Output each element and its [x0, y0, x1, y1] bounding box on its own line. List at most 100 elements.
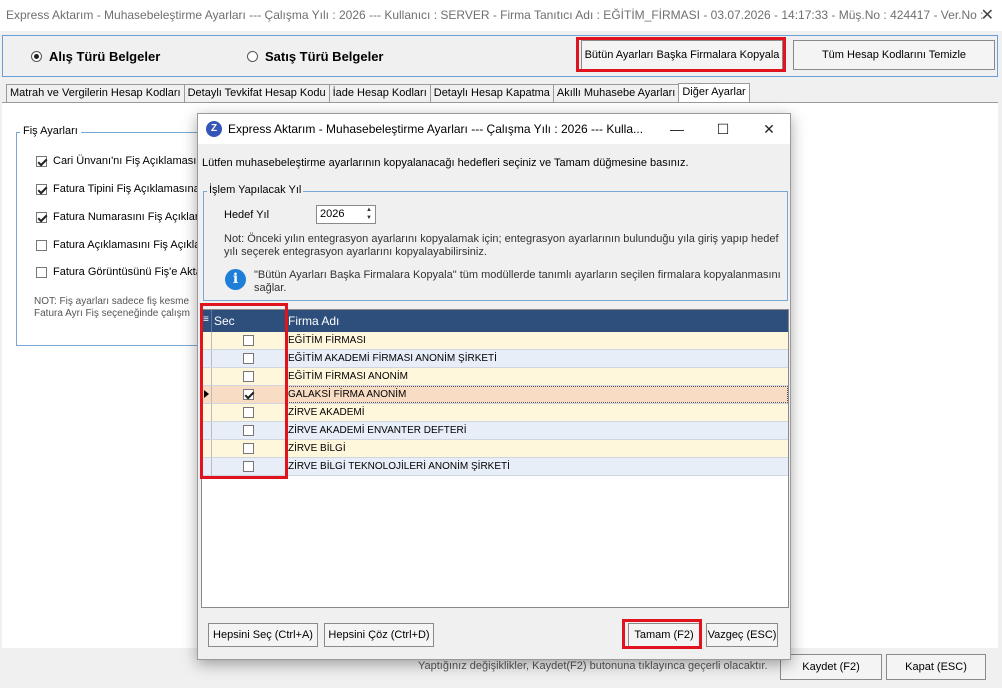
row-select-checkbox[interactable]	[243, 407, 254, 418]
main-titlebar: Express Aktarım - Muhasebeleştirme Ayarl…	[0, 0, 1002, 31]
document-type-panel: Alış Türü Belgeler Satış Türü Belgeler B…	[2, 35, 998, 77]
dialog-close-icon[interactable]: ✕	[746, 114, 790, 144]
spin-up-icon[interactable]: ▲	[363, 206, 375, 214]
row-select-checkbox[interactable]	[243, 425, 254, 436]
firm-grid: Sec Firma Adı EĞİTİM FİRMASI EĞİTİM AKAD…	[201, 309, 789, 608]
save-button[interactable]: Kaydet (F2)	[780, 654, 882, 680]
year-copy-note: Not: Önceki yılın entegrasyon ayarlarını…	[224, 233, 779, 259]
copy-all-settings-button[interactable]: Bütün Ayarları Başka Firmalara Kopyala	[581, 40, 783, 70]
main-close-icon[interactable]: ✕	[981, 0, 994, 31]
tab-akilli-muhasebe[interactable]: Akıllı Muhasebe Ayarları	[552, 84, 680, 102]
tab-iade-hesap[interactable]: İade Hesap Kodları	[328, 84, 431, 102]
radio-alis-label: Alış Türü Belgeler	[49, 49, 161, 64]
save-hint-text: Yaptığınız değişiklikler, Kaydet(F2) but…	[418, 660, 768, 672]
checkbox-cari-unvani[interactable]	[36, 155, 47, 167]
row-indicator	[202, 368, 212, 385]
table-row[interactable]: ZİRVE AKADEMİ ENVANTER DEFTERİ	[202, 422, 788, 440]
year-note-line-2: yılı seçerek entegrasyon ayarlarını kopy…	[224, 246, 487, 258]
row-indicator	[202, 422, 212, 439]
option-fatura-numarasi-label: Fatura Numarasını Fiş Açıklama	[53, 211, 211, 223]
select-all-button[interactable]: Hepsini Seç (Ctrl+A)	[208, 623, 318, 647]
option-cari-unvani-label: Cari Ünvanı'nı Fiş Açıklamasına	[53, 155, 209, 167]
table-row[interactable]: ZİRVE AKADEMİ	[202, 404, 788, 422]
option-fatura-aciklamasi-label: Fatura Açıklamasını Fiş Açıklam	[53, 239, 210, 251]
checkbox-fatura-aciklamasi[interactable]	[36, 239, 47, 251]
option-fatura-goruntusu-label: Fatura Görüntüsünü Fiş'e Akta	[53, 266, 202, 278]
hedef-yil-spinner[interactable]: 2026 ▲ ▼	[316, 205, 376, 224]
radio-alis-turu[interactable]: Alış Türü Belgeler	[31, 49, 160, 64]
radio-alis-indicator[interactable]	[31, 51, 42, 62]
checkbox-fatura-numarasi[interactable]	[36, 211, 47, 223]
firma-adi-cell: ZİRVE AKADEMİ ENVANTER DEFTERİ	[285, 422, 467, 439]
spin-down-icon[interactable]: ▼	[363, 214, 375, 222]
row-select-checkbox[interactable]	[243, 461, 254, 472]
info-line-2: sağlar.	[254, 282, 287, 294]
minimize-icon[interactable]: —	[654, 114, 700, 144]
fis-note-line-2: Fatura Ayrı Fiş seçeneğinde çalışm	[34, 308, 190, 319]
option-fatura-numarasi[interactable]: Fatura Numarasını Fiş Açıklama	[36, 211, 210, 223]
row-indicator	[202, 350, 212, 367]
close-button[interactable]: Kapat (ESC)	[886, 654, 986, 680]
row-select-checkbox[interactable]	[243, 371, 254, 382]
maximize-icon[interactable]: ☐	[700, 114, 746, 144]
settings-tabs: Matrah ve Vergilerin Hesap Kodları Detay…	[6, 83, 750, 102]
dialog-title: Express Aktarım - Muhasebeleştirme Ayarl…	[228, 122, 644, 136]
row-select-checkbox[interactable]	[243, 443, 254, 454]
deselect-all-button[interactable]: Hepsini Çöz (Ctrl+D)	[324, 623, 434, 647]
tab-matrah-vergiler[interactable]: Matrah ve Vergilerin Hesap Kodları	[6, 84, 185, 102]
row-indicator	[202, 404, 212, 421]
row-select-checkbox[interactable]	[243, 353, 254, 364]
option-fatura-tipi-label: Fatura Tipini Fiş Açıklamasına A	[53, 183, 210, 195]
tab-detayli-tevkifat[interactable]: Detaylı Tevkifat Hesap Kodu	[183, 84, 330, 102]
checkbox-fatura-goruntusu[interactable]	[36, 266, 47, 278]
row-select-checkbox[interactable]	[243, 389, 254, 400]
firma-adi-cell: ZİRVE BİLGİ TEKNOLOJİLERİ ANONİM ŞİRKETİ	[285, 458, 510, 475]
info-text: "Bütün Ayarları Başka Firmalara Kopyala"…	[254, 269, 781, 295]
islem-yili-legend: İşlem Yapılacak Yıl	[207, 184, 304, 196]
year-note-line-1: Not: Önceki yılın entegrasyon ayarlarını…	[224, 233, 779, 245]
fis-ayarlari-legend: Fiş Ayarları	[20, 125, 81, 137]
row-select-checkbox[interactable]	[243, 335, 254, 346]
option-fatura-tipi[interactable]: Fatura Tipini Fiş Açıklamasına A	[36, 183, 210, 195]
row-indicator	[202, 440, 212, 457]
info-line-1: "Bütün Ayarları Başka Firmalara Kopyala"…	[254, 269, 781, 281]
radio-satis-indicator[interactable]	[247, 51, 258, 62]
fis-ayarlari-note: NOT: Fiş ayarları sadece fiş kesme Fatur…	[34, 296, 190, 320]
cancel-button[interactable]: Vazgeç (ESC)	[706, 623, 778, 647]
table-row[interactable]: EĞİTİM FİRMASI	[202, 332, 788, 350]
app-logo-icon: Z	[206, 121, 222, 137]
tab-detayli-hesap-kapatma[interactable]: Detaylı Hesap Kapatma	[429, 84, 554, 102]
tab-diger-ayarlar[interactable]: Diğer Ayarlar	[678, 83, 750, 102]
year-spin-buttons[interactable]: ▲ ▼	[363, 206, 375, 223]
firma-adi-cell: GALAKSİ FİRMA ANONİM	[285, 386, 788, 403]
row-indicator	[202, 458, 212, 475]
column-header-firma-adi[interactable]: Firma Adı	[285, 310, 339, 332]
table-row[interactable]: EĞİTİM FİRMASI ANONİM	[202, 368, 788, 386]
ok-button[interactable]: Tamam (F2)	[628, 623, 700, 647]
row-indicator	[202, 332, 212, 349]
radio-satis-label: Satış Türü Belgeler	[265, 49, 384, 64]
table-row[interactable]: ZİRVE BİLGİ	[202, 440, 788, 458]
fis-note-line-1: NOT: Fiş ayarları sadece fiş kesme	[34, 296, 190, 307]
table-row[interactable]: ZİRVE BİLGİ TEKNOLOJİLERİ ANONİM ŞİRKETİ	[202, 458, 788, 476]
table-row[interactable]: GALAKSİ FİRMA ANONİM	[202, 386, 788, 404]
current-row-indicator-icon	[202, 386, 212, 403]
dialog-instruction: Lütfen muhasebeleştirme ayarlarının kopy…	[202, 157, 689, 169]
info-icon: i	[225, 269, 246, 290]
table-row[interactable]: EĞİTİM AKADEMİ FİRMASI ANONİM ŞİRKETİ	[202, 350, 788, 368]
firma-adi-cell: EĞİTİM AKADEMİ FİRMASI ANONİM ŞİRKETİ	[285, 350, 497, 367]
main-window-title: Express Aktarım - Muhasebeleştirme Ayarl…	[6, 8, 984, 22]
dialog-titlebar: Z Express Aktarım - Muhasebeleştirme Aya…	[198, 114, 790, 144]
firma-adi-cell: EĞİTİM FİRMASI ANONİM	[285, 368, 408, 385]
grid-column-chooser-icon[interactable]	[202, 310, 212, 332]
checkbox-fatura-tipi[interactable]	[36, 183, 47, 195]
option-fatura-goruntusu[interactable]: Fatura Görüntüsünü Fiş'e Akta	[36, 266, 202, 278]
clear-account-codes-button[interactable]: Tüm Hesap Kodlarını Temizle	[793, 40, 995, 70]
option-fatura-aciklamasi[interactable]: Fatura Açıklamasını Fiş Açıklam	[36, 239, 210, 251]
hedef-yil-value[interactable]: 2026	[320, 208, 344, 220]
hedef-yil-label: Hedef Yıl	[224, 209, 270, 221]
radio-satis-turu[interactable]: Satış Türü Belgeler	[247, 49, 383, 64]
option-cari-unvani[interactable]: Cari Ünvanı'nı Fiş Açıklamasına	[36, 155, 209, 167]
grid-header: Sec Firma Adı	[202, 310, 788, 332]
column-header-sec[interactable]: Sec	[214, 310, 235, 332]
